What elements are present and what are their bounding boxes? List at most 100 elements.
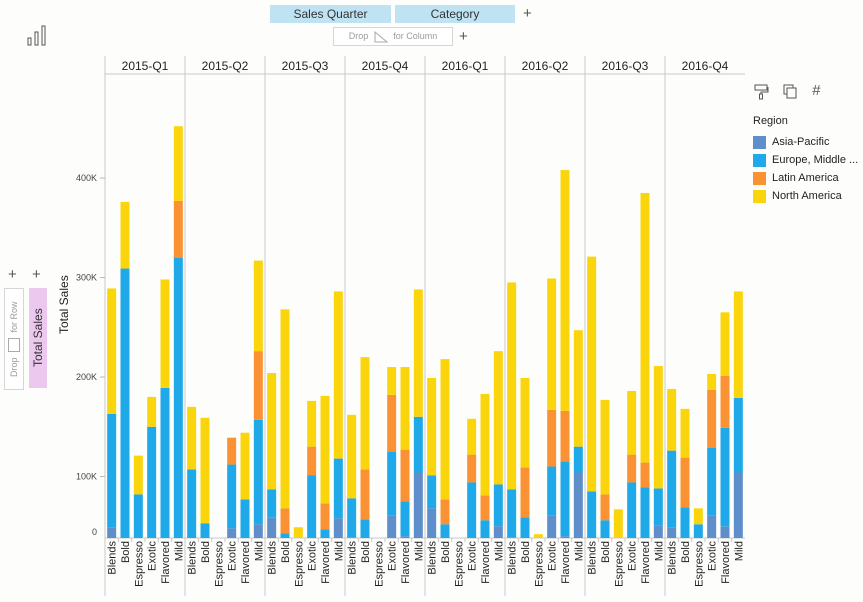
bar-segment: [320, 395, 330, 504]
bar-segment: [507, 537, 517, 538]
bar-segment: [187, 406, 197, 470]
x-tick-label: Exotic: [707, 541, 719, 571]
bar-segment: [600, 494, 610, 521]
bar-segment: [573, 330, 583, 447]
bar-segment: [440, 499, 450, 525]
bar-segment: [507, 489, 517, 538]
bar-segment: [680, 408, 690, 458]
x-tick-label: Mild: [253, 541, 265, 561]
panel-header-label: 2016-Q1: [442, 59, 489, 73]
bar-segment: [387, 394, 397, 452]
bar-segment: [133, 455, 143, 495]
x-tick-label: Blends: [267, 541, 279, 575]
bar-segment: [427, 377, 437, 476]
bar-segment: [493, 484, 503, 527]
bar-segment: [280, 309, 290, 509]
x-tick-label: Blends: [107, 541, 119, 575]
x-tick-label: Espresso: [213, 541, 225, 587]
x-tick-label: Exotic: [227, 541, 239, 571]
y-tick-label: 0: [92, 527, 97, 537]
bar-segment: [547, 515, 557, 538]
bar-segment: [320, 529, 330, 538]
bar-segment: [253, 260, 263, 352]
bar-segment: [640, 192, 650, 463]
x-tick-label: Bold: [520, 541, 532, 563]
bar-segment: [480, 393, 490, 496]
bar-segment: [707, 447, 717, 516]
bar-segment: [347, 414, 357, 499]
x-tick-label: Mild: [173, 541, 185, 561]
bar-segment: [347, 498, 357, 538]
bar-segment: [733, 472, 743, 538]
bar-segment: [400, 501, 410, 537]
bar-segment: [267, 517, 277, 538]
bar-segment: [200, 523, 210, 538]
bar-segment: [293, 527, 303, 538]
bar-segment: [707, 389, 717, 448]
x-tick-label: Exotic: [387, 541, 399, 571]
x-tick-label: Exotic: [467, 541, 479, 571]
bar-segment: [733, 291, 743, 398]
bar-segment: [627, 390, 637, 455]
x-tick-label: Espresso: [133, 541, 145, 587]
bar-segment: [253, 351, 263, 420]
bar-segment: [467, 418, 477, 455]
x-tick-label: Exotic: [307, 541, 319, 571]
bar-segment: [547, 278, 557, 410]
x-tick-label: Mild: [573, 541, 585, 561]
bar-segment: [120, 201, 130, 269]
bar-segment: [333, 518, 343, 538]
bar-segment: [480, 495, 490, 521]
x-tick-label: Espresso: [693, 541, 705, 587]
panel-header-label: 2016-Q3: [602, 59, 649, 73]
x-tick-label: Espresso: [533, 541, 545, 587]
x-tick-label: Exotic: [547, 541, 559, 571]
bar-segment: [427, 475, 437, 509]
bar-segment: [440, 359, 450, 500]
x-tick-label: Flavored: [560, 541, 572, 584]
bar-segment: [627, 482, 637, 538]
bar-segment: [707, 374, 717, 390]
x-tick-label: Flavored: [240, 541, 252, 584]
bar-segment: [320, 503, 330, 530]
bar-segment: [600, 399, 610, 495]
bar-segment: [280, 508, 290, 534]
bar-segment: [493, 351, 503, 485]
panel-header-label: 2015-Q4: [362, 59, 409, 73]
bar-segment: [493, 526, 503, 538]
bar-segment: [520, 517, 530, 538]
x-tick-label: Flavored: [640, 541, 652, 584]
bar-segment: [653, 488, 663, 526]
bar-segment: [480, 520, 490, 538]
bar-segment: [400, 367, 410, 450]
bar-segment: [533, 534, 543, 538]
x-tick-label: Exotic: [627, 541, 639, 571]
bar-segment: [413, 416, 423, 473]
bar-segment: [173, 257, 183, 538]
x-tick-label: Flavored: [720, 541, 732, 584]
y-tick-label: 100K: [76, 472, 97, 482]
x-tick-label: Mild: [413, 541, 425, 561]
bar-segment: [253, 524, 263, 538]
x-tick-label: Blends: [667, 541, 679, 575]
bar-segment: [413, 472, 423, 538]
bar-segment: [267, 373, 277, 490]
x-tick-label: Espresso: [613, 541, 625, 587]
bar-segment: [160, 387, 170, 538]
bar-segment: [573, 446, 583, 473]
bar-segment: [360, 357, 370, 470]
stacked-bar-chart: 0100K200K300K400K2015-Q1Blends Bold Espres…: [76, 56, 745, 596]
bar-segment: [253, 419, 263, 525]
bar-segment: [720, 312, 730, 377]
bar-segment: [467, 454, 477, 483]
panel-header-label: 2015-Q1: [122, 59, 169, 73]
x-tick-label: Blends: [587, 541, 599, 575]
bar-segment: [693, 524, 703, 538]
bar-segment: [400, 449, 410, 502]
x-tick-label: Bold: [680, 541, 692, 563]
bar-segment: [720, 376, 730, 428]
bar-segment: [707, 515, 717, 538]
bar-segment: [107, 413, 117, 528]
bar-segment: [560, 410, 570, 462]
bar-segment: [187, 469, 197, 538]
